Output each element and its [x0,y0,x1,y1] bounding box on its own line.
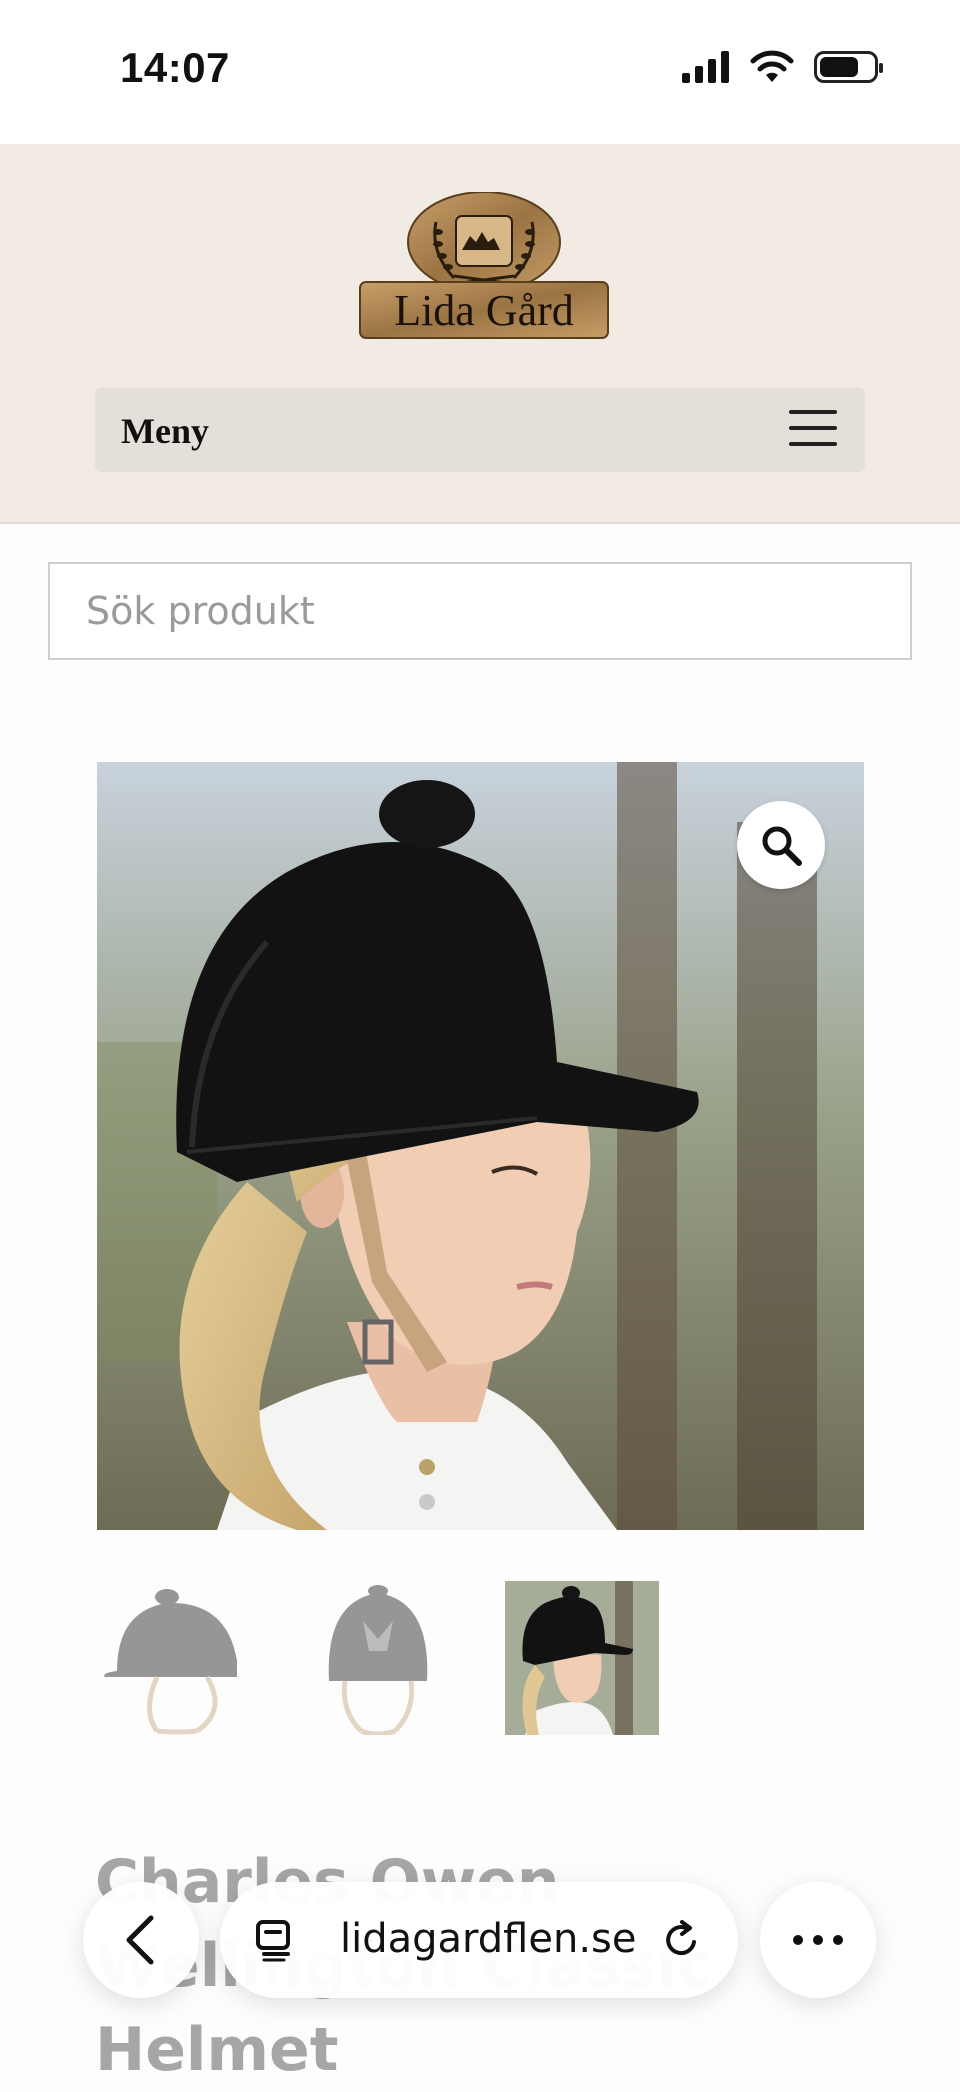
magnifier-icon [762,826,802,866]
address-bar[interactable]: lidagardflen.se [220,1882,738,1998]
menu-label: Meny [121,411,209,451]
more-icon [793,1935,843,1945]
helmet-rider-photo [97,762,864,1530]
wifi-icon [750,50,794,82]
more-button[interactable] [760,1882,876,1998]
helmet-side-thumbnail-icon [97,1581,251,1735]
site-header: Lida Gård Meny [0,144,960,524]
tabs-icon[interactable] [254,1918,298,1962]
thumbnail-helmet-side[interactable] [97,1581,251,1735]
product-search[interactable] [48,562,912,660]
thumbnail-helmet-back[interactable] [301,1581,455,1735]
reload-icon[interactable] [660,1918,704,1962]
logo-emblem-icon: Lida Gård [359,191,609,339]
status-icons [682,50,883,84]
battery-icon [814,51,883,83]
status-bar: 14:07 [0,0,960,144]
cellular-signal-icon [682,51,729,83]
status-time: 14:07 [120,44,230,91]
browser-back-button[interactable] [83,1882,199,1998]
menu-toggle[interactable]: Meny [95,388,865,472]
hamburger-icon[interactable] [789,410,837,450]
logo-text: Lida Gård [394,286,574,335]
back-chevron-icon [126,1915,154,1965]
product-main-image[interactable] [97,762,864,1530]
lida-gard-logo[interactable]: Lida Gård [358,191,610,340]
zoom-button[interactable] [737,801,825,889]
helmet-on-rider-thumbnail-icon [505,1581,659,1735]
helmet-back-thumbnail-icon [301,1581,455,1735]
thumbnail-helmet-on-rider[interactable] [505,1581,659,1735]
search-input[interactable] [50,564,910,658]
url-text: lidagardflen.se [340,1916,637,1962]
